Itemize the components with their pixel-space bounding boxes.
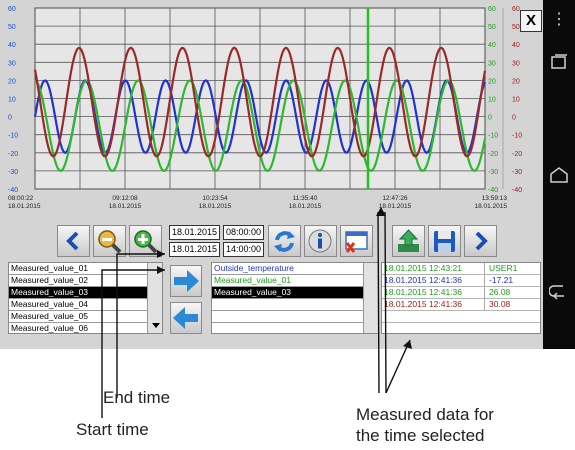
measured-data-callout-line2: the time selected: [356, 426, 485, 445]
end-time-callout: End time: [103, 388, 171, 407]
callout-lines: [101, 207, 412, 418]
measured-data-callout-line1: Measured data for: [356, 405, 494, 424]
start-time-callout: Start time: [76, 420, 149, 439]
